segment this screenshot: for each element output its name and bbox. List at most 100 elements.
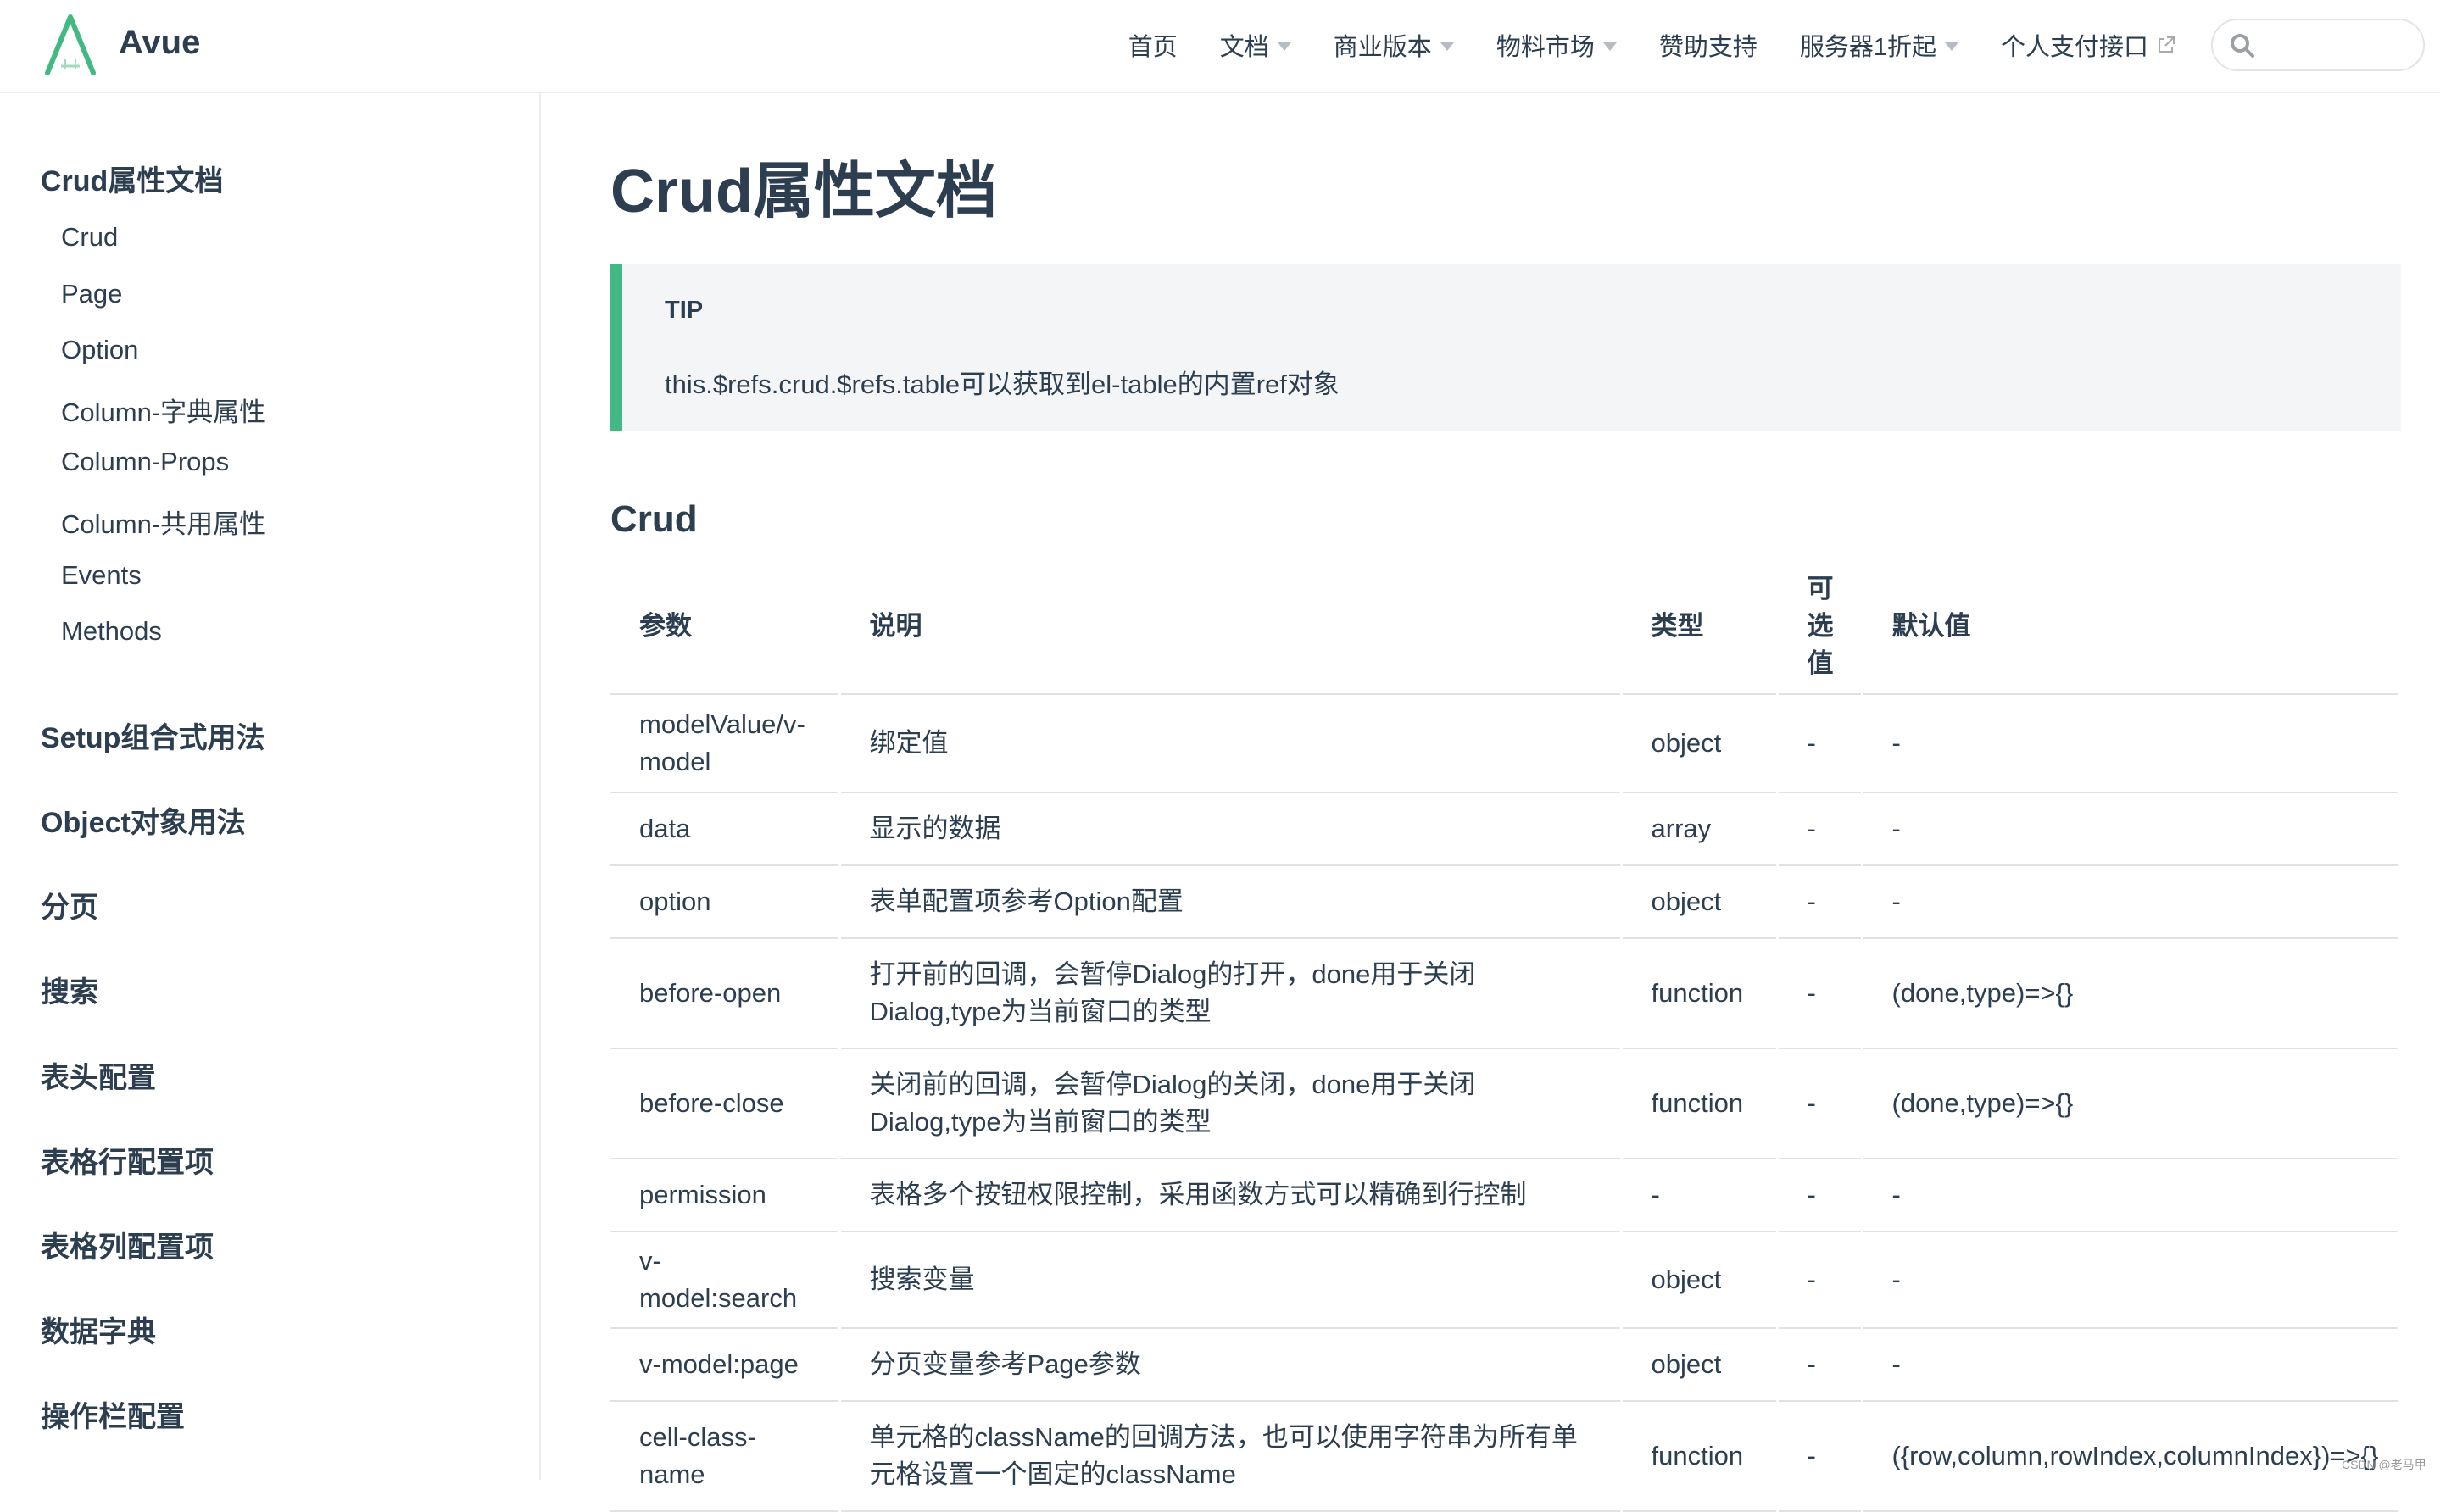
cell-type: object bbox=[1621, 694, 1779, 793]
sidebar-item-events[interactable]: Events bbox=[61, 560, 142, 591]
table-row: before-open 打开前的回调，会暂停Dialog的打开，done用于关闭… bbox=[610, 938, 2401, 1049]
tip-text: this.$refs.crud.$refs.table可以获取到el-table… bbox=[665, 370, 1340, 399]
nav-links: 首页 文档 商业版本 物料市场 赞助支持 服务器1折起 个人支付接口 bbox=[1086, 27, 2175, 63]
sidebar-group-search[interactable]: 搜索 bbox=[41, 969, 98, 1010]
dropdown-caret-icon bbox=[1277, 42, 1291, 51]
sidebar-item-page[interactable]: Page bbox=[61, 279, 122, 309]
table-row: v-model:search 搜索变量 object - - bbox=[610, 1231, 2401, 1329]
nav-item-payment[interactable]: 个人支付接口 bbox=[2001, 27, 2175, 63]
col-header-description: 说明 bbox=[839, 559, 1623, 695]
sidebar: Crud属性文档 Crud Page Option Column-字典属性 Co… bbox=[0, 93, 541, 1480]
nav-item-sponsor[interactable]: 赞助支持 bbox=[1659, 27, 1758, 63]
cell-default: - bbox=[1862, 1159, 2401, 1232]
cell-options: - bbox=[1777, 865, 1863, 939]
cell-description: 搜索变量 bbox=[839, 1231, 1623, 1329]
table-body: modelValue/v-model 绑定值 object - - data 显… bbox=[610, 694, 2401, 1512]
cell-param: before-open bbox=[610, 938, 841, 1049]
cell-options: - bbox=[1777, 1231, 1863, 1329]
search-input[interactable] bbox=[2267, 27, 2415, 64]
cell-options: - bbox=[1777, 694, 1863, 793]
site-name[interactable]: Avue bbox=[119, 24, 200, 62]
cell-description: 绑定值 bbox=[839, 694, 1623, 793]
cell-options: - bbox=[1777, 1048, 1863, 1159]
table-row: modelValue/v-model 绑定值 object - - bbox=[610, 694, 2401, 793]
table-row: option 表单配置项参考Option配置 object - - bbox=[610, 865, 2401, 939]
cell-type: array bbox=[1621, 792, 1779, 866]
cell-type: object bbox=[1621, 865, 1779, 939]
props-table: 参数 说明 类型 可选值 默认值 modelValue/v-model 绑定值 … bbox=[610, 559, 2401, 1512]
external-link-icon bbox=[2159, 36, 2175, 53]
cell-default: - bbox=[1862, 1328, 2401, 1402]
cell-param: option bbox=[610, 865, 841, 939]
sidebar-item-crud[interactable]: Crud bbox=[61, 222, 118, 253]
sidebar-group-row-config[interactable]: 表格行配置项 bbox=[41, 1139, 214, 1181]
sidebar-group-column-config[interactable]: 表格列配置项 bbox=[41, 1224, 214, 1265]
table-row: v-model:page 分页变量参考Page参数 object - - bbox=[610, 1328, 2401, 1402]
tip-block: TIP this.$refs.crud.$refs.table可以获取到el-t… bbox=[610, 264, 2401, 431]
cell-type: function bbox=[1621, 1048, 1779, 1159]
cell-description: 显示的数据 bbox=[839, 792, 1623, 866]
sidebar-item-column-props[interactable]: Column-Props bbox=[61, 447, 229, 477]
cell-options: - bbox=[1777, 1401, 1863, 1512]
cell-param: cell-class-name bbox=[610, 1401, 841, 1512]
cell-param: permission bbox=[610, 1159, 841, 1232]
nav-label: 赞助支持 bbox=[1658, 34, 1758, 61]
sidebar-item-column-common[interactable]: Column-共用属性 bbox=[61, 503, 265, 541]
table-row: before-close 关闭前的回调，会暂停Dialog的关闭，done用于关… bbox=[610, 1048, 2401, 1159]
search-icon bbox=[2231, 34, 2254, 58]
nav-label: 文档 bbox=[1219, 34, 1269, 61]
cell-options: - bbox=[1777, 1159, 1863, 1232]
col-header-param: 参数 bbox=[610, 559, 841, 695]
sidebar-item-methods[interactable]: Methods bbox=[61, 616, 162, 647]
cell-default: (done,type)=>{} bbox=[1862, 938, 2401, 1049]
watermark: CSDN @老马甲 bbox=[2342, 1458, 2426, 1471]
tip-title: TIP bbox=[665, 297, 704, 324]
cell-type: object bbox=[1621, 1328, 1779, 1402]
cell-description: 打开前的回调，会暂停Dialog的打开，done用于关闭Dialog,type为… bbox=[839, 938, 1623, 1049]
cell-type: object bbox=[1621, 1231, 1779, 1329]
nav-item-docs[interactable]: 文档 bbox=[1220, 27, 1291, 63]
table-row: permission 表格多个按钮权限控制，采用函数方式可以精确到行控制 - -… bbox=[610, 1159, 2401, 1232]
nav-item-home[interactable]: 首页 bbox=[1128, 27, 1178, 63]
cell-options: - bbox=[1777, 792, 1863, 866]
cell-param: data bbox=[610, 792, 841, 866]
nav-label: 商业版本 bbox=[1333, 34, 1432, 61]
cell-options: - bbox=[1777, 1328, 1863, 1402]
nav-item-server[interactable]: 服务器1折起 bbox=[1800, 27, 1958, 63]
cell-description: 单元格的className的回调方法，也可以使用字符串为所有单元格设置一个固定的… bbox=[839, 1401, 1623, 1512]
cell-default: (done,type)=>{} bbox=[1862, 1048, 2401, 1159]
sidebar-group-crud-docs[interactable]: Crud属性文档 bbox=[41, 158, 223, 199]
cell-description: 表格多个按钮权限控制，采用函数方式可以精确到行控制 bbox=[839, 1159, 1623, 1232]
cell-default: - bbox=[1862, 865, 2401, 939]
col-header-type: 类型 bbox=[1621, 559, 1779, 695]
sidebar-group-header-config[interactable]: 表头配置 bbox=[41, 1054, 156, 1096]
nav-label: 服务器1折起 bbox=[1799, 34, 1936, 61]
nav-label: 个人支付接口 bbox=[2000, 34, 2148, 61]
nav-item-market[interactable]: 物料市场 bbox=[1496, 27, 1617, 63]
table-row: cell-class-name 单元格的className的回调方法，也可以使用… bbox=[610, 1401, 2401, 1512]
sidebar-group-object[interactable]: Object对象用法 bbox=[41, 799, 246, 841]
page-title: Crud属性文档 bbox=[610, 158, 997, 225]
sidebar-item-option[interactable]: Option bbox=[61, 335, 138, 365]
section-title: Crud bbox=[610, 498, 698, 540]
dropdown-caret-icon bbox=[1944, 42, 1958, 51]
sidebar-group-dictionary[interactable]: 数据字典 bbox=[41, 1309, 156, 1350]
cell-type: function bbox=[1621, 938, 1779, 1049]
dropdown-caret-icon bbox=[1602, 42, 1617, 51]
cell-description: 关闭前的回调，会暂停Dialog的关闭，done用于关闭Dialog,type为… bbox=[839, 1048, 1623, 1159]
cell-default: - bbox=[1862, 1231, 2401, 1329]
sidebar-group-setup[interactable]: Setup组合式用法 bbox=[41, 714, 265, 756]
cell-param: v-model:search bbox=[610, 1231, 841, 1329]
col-header-options: 可选值 bbox=[1777, 559, 1863, 695]
cell-type: function bbox=[1621, 1401, 1779, 1512]
nav-item-commercial[interactable]: 商业版本 bbox=[1334, 27, 1454, 63]
search-box[interactable] bbox=[2211, 19, 2425, 71]
sidebar-group-action-column[interactable]: 操作栏配置 bbox=[41, 1393, 185, 1435]
table-header-row: 参数 说明 类型 可选值 默认值 bbox=[610, 559, 2401, 695]
sidebar-item-column-dict[interactable]: Column-字典属性 bbox=[61, 391, 265, 429]
avue-logo-icon[interactable] bbox=[42, 14, 98, 75]
cell-param: v-model:page bbox=[610, 1328, 841, 1402]
col-header-default: 默认值 bbox=[1862, 559, 2401, 695]
sidebar-group-pagination[interactable]: 分页 bbox=[41, 884, 98, 926]
cell-param: modelValue/v-model bbox=[610, 694, 841, 793]
